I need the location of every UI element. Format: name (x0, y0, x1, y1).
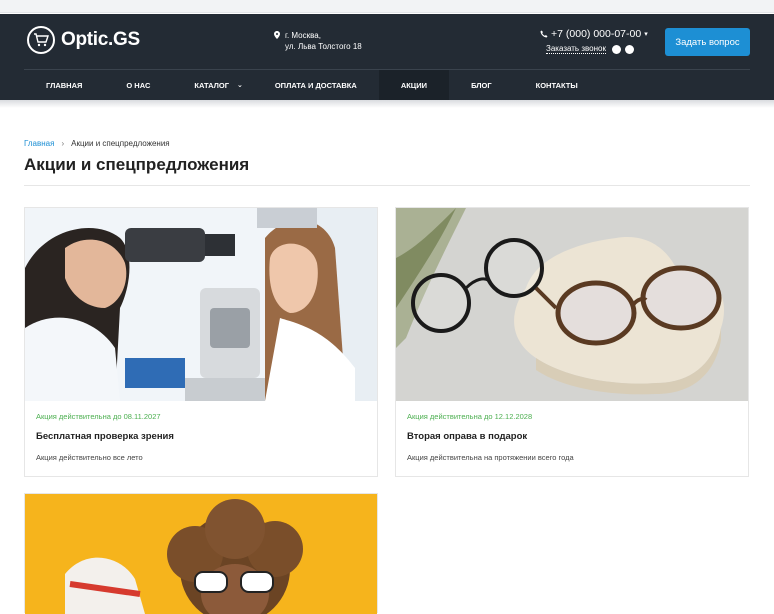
nav-item-catalog-label: КАТАЛОГ (194, 80, 229, 90)
phone-number[interactable]: +7 (000) 000-07-00 ▾ (540, 28, 648, 40)
promo-card[interactable]: Акция действительна до 12.12.2028 Вторая… (395, 207, 749, 477)
promo-title[interactable]: Вторая оправа в подарок (407, 431, 748, 442)
breadcrumb: Главная › Акции и спецпредложения (24, 139, 170, 148)
nav-item-contacts[interactable]: КОНТАКТЫ (514, 70, 600, 100)
promo-validity: Акция действительна до 12.12.2028 (407, 412, 533, 421)
breadcrumb-current: Акции и спецпредложения (71, 139, 170, 148)
promo-card[interactable]: Акция действительна до 08.11.2027 Беспла… (24, 207, 378, 477)
breadcrumb-home-link[interactable]: Главная (24, 139, 54, 148)
title-divider (24, 185, 750, 186)
chevron-down-icon[interactable]: ▾ (644, 30, 648, 38)
nav-item-payment-delivery[interactable]: ОПЛАТА И ДОСТАВКА (253, 70, 379, 100)
promo-card[interactable] (24, 493, 378, 614)
eye-exam-image[interactable] (25, 208, 377, 401)
promo-validity: Акция действительна до 08.11.2027 (36, 412, 161, 421)
promo-description: Акция действительно все лето (36, 453, 143, 462)
site-header: Optic.GS г. Москва, ул. Льва Толстого 18… (0, 14, 774, 100)
callback-link[interactable]: Заказать звонок (546, 44, 606, 54)
breadcrumb-separator: › (61, 139, 65, 148)
nav-item-about[interactable]: О НАС (104, 70, 172, 100)
callback-row: Заказать звонок (546, 44, 648, 54)
cart-icon (27, 26, 55, 54)
phone-text: +7 (000) 000-07-00 (551, 28, 642, 40)
logo-text: Optic.GS (61, 29, 140, 50)
main-nav: ГЛАВНАЯ О НАС КАТАЛОГ ⌄ ОПЛАТА И ДОСТАВК… (24, 70, 600, 100)
nav-item-catalog[interactable]: КАТАЛОГ ⌄ (172, 70, 252, 100)
header-shadow (0, 100, 774, 108)
page-title: Акции и спецпредложения (24, 155, 250, 174)
promo-description: Акция действительна на протяжении всего … (407, 453, 574, 462)
promo-title[interactable]: Бесплатная проверка зрения (36, 431, 377, 442)
sunglasses-image[interactable] (25, 494, 377, 614)
contact-block: +7 (000) 000-07-00 ▾ Заказать звонок (540, 28, 648, 54)
nav-item-blog[interactable]: БЛОГ (449, 70, 514, 100)
nav-item-promotions[interactable]: АКЦИИ (378, 70, 450, 100)
address-line-2: ул. Льва Толстого 18 (285, 42, 362, 51)
browser-top-strip (0, 0, 774, 13)
address-line-1: г. Москва, (285, 31, 321, 40)
logo[interactable]: Optic.GS (27, 26, 140, 54)
phone-icon (540, 30, 548, 38)
chevron-down-icon: ⌄ (236, 82, 243, 89)
location-pin-icon (274, 31, 280, 39)
ask-question-button[interactable]: Задать вопрос (665, 28, 750, 56)
address: г. Москва, ул. Льва Толстого 18 (274, 30, 362, 52)
whatsapp-icon[interactable] (611, 44, 621, 54)
telegram-icon[interactable] (624, 44, 634, 54)
glasses-image[interactable] (396, 208, 748, 401)
nav-item-home[interactable]: ГЛАВНАЯ (24, 70, 104, 100)
